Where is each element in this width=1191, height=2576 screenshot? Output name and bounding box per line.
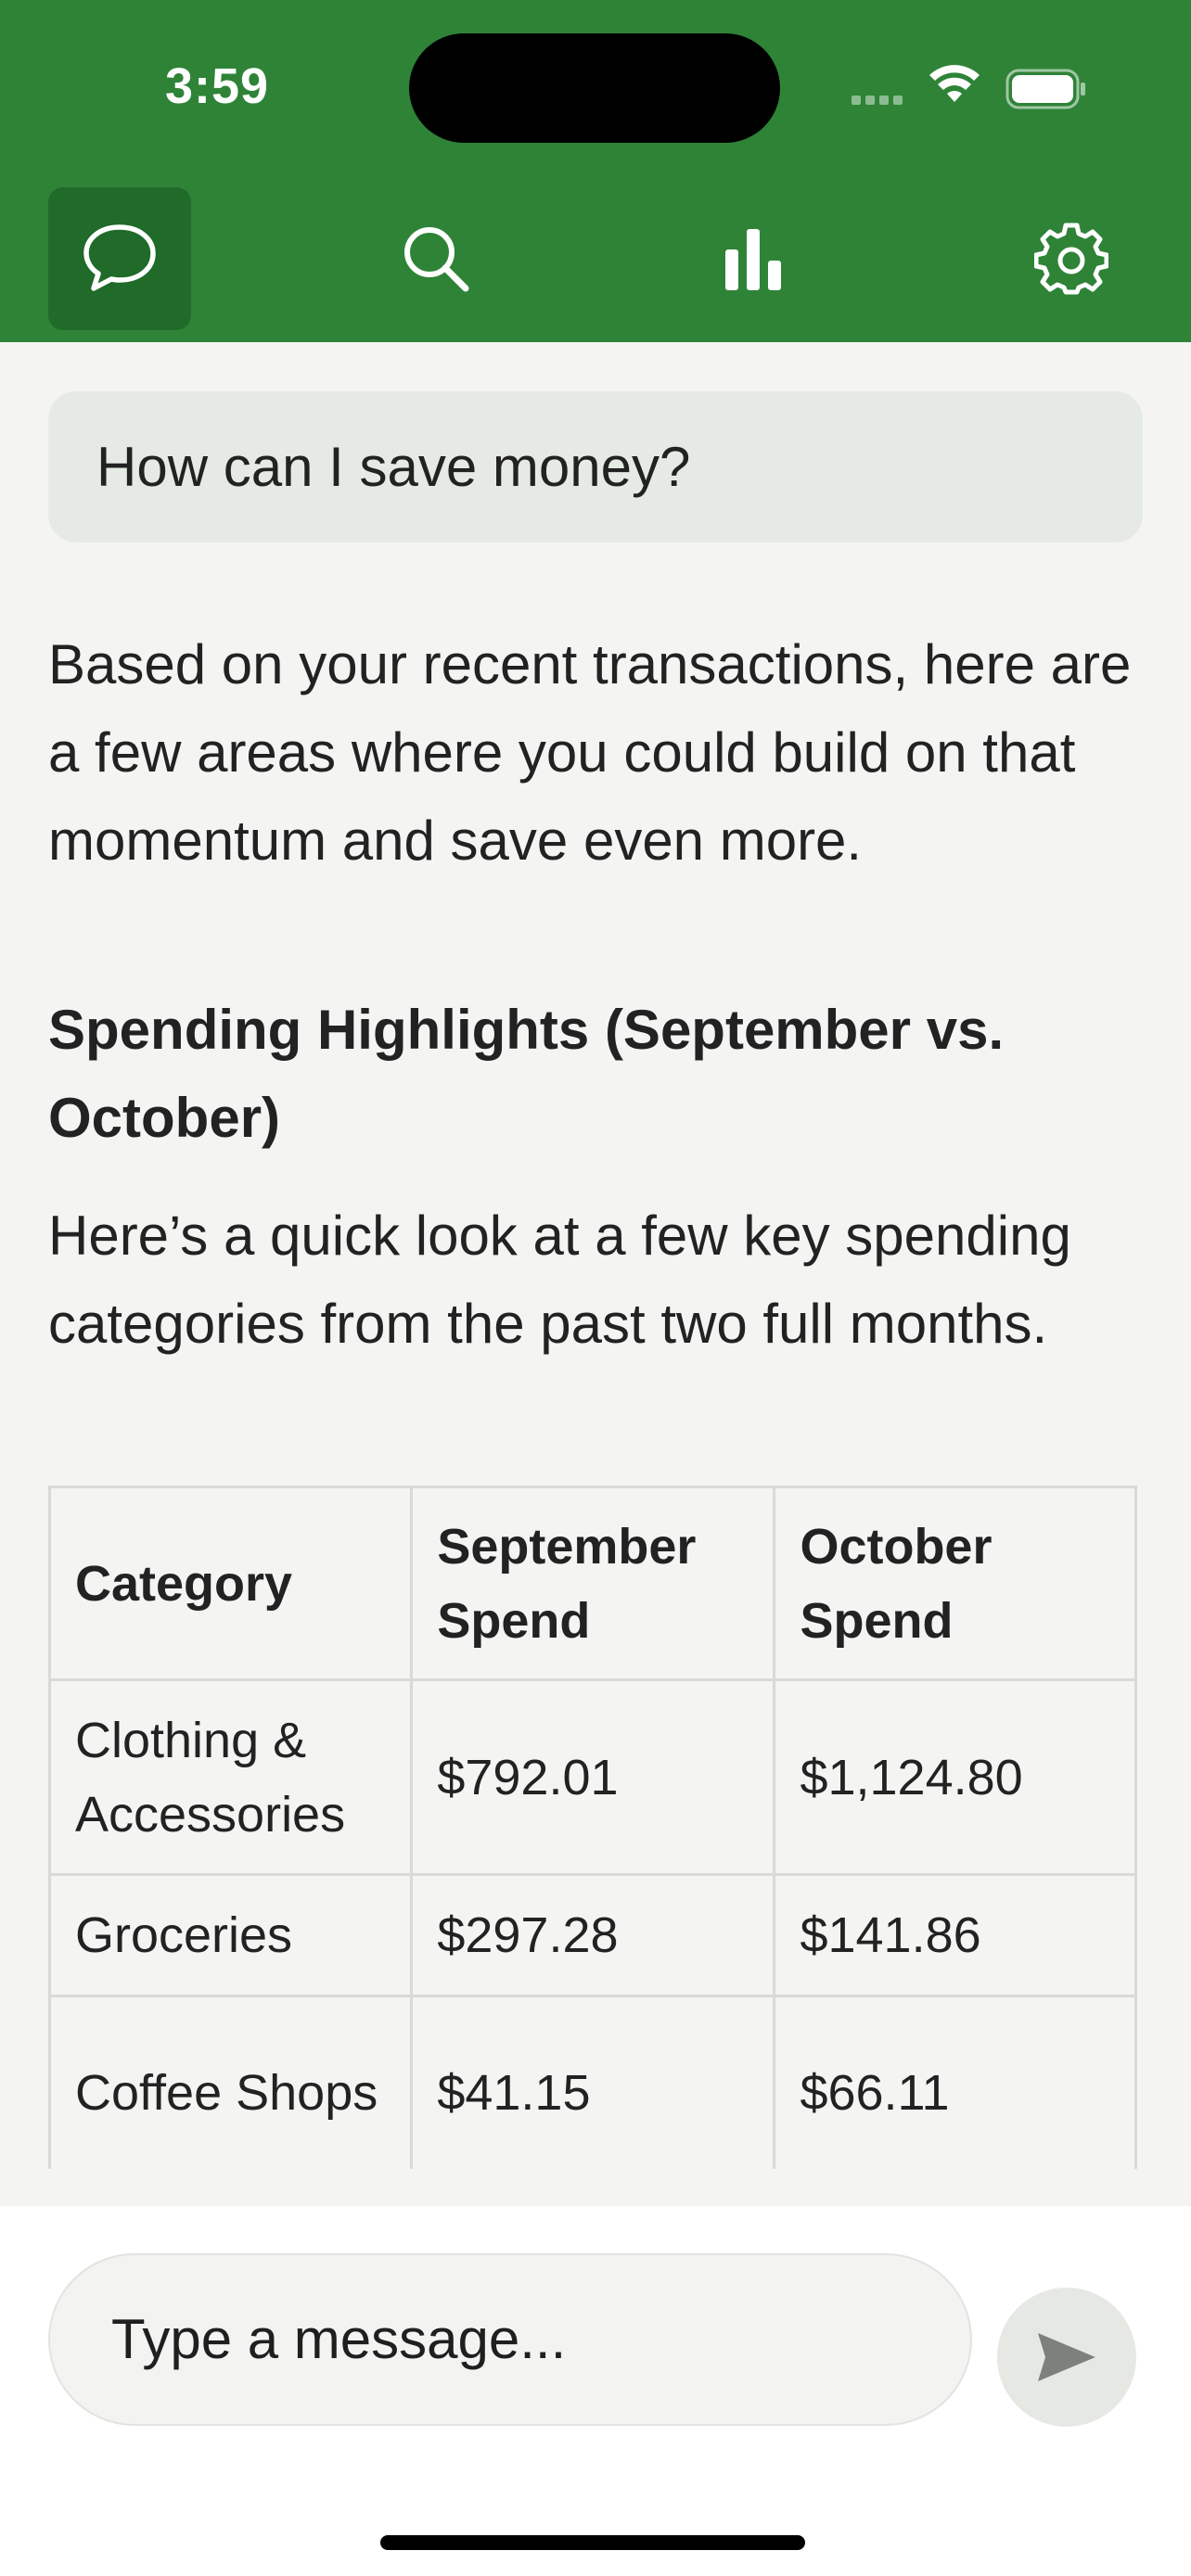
table-cell: Coffee Shops [47,1995,414,2169]
home-indicator [380,2535,805,2550]
status-icons [852,61,1093,117]
message-input[interactable]: Type a message... [48,2253,972,2426]
dynamic-island [409,33,780,143]
table-header-row: Category September Spend October Spend [47,1486,1137,1681]
table-row: Coffee Shops $41.15 $66.11 [47,1995,1137,2169]
nav-search-button[interactable] [365,187,507,330]
app-screen: 3:59 How can I save money? Based on your… [0,0,1191,2576]
table-cell: Groceries [47,1873,414,1997]
wifi-icon [929,65,980,102]
nav-insights-button[interactable] [682,187,825,330]
nav-chat-button[interactable] [48,187,191,330]
user-message-bubble: How can I save money? [48,391,1143,542]
assistant-reply-heading: Spending Highlights (September vs. Octob… [48,999,1005,1149]
table-header-cell: October Spend [773,1486,1137,1681]
status-time: 3:59 [165,58,270,114]
table-cell: Clothing & Accessories [47,1678,414,1876]
nav-bar [0,187,1191,330]
assistant-reply-intro: Based on your recent transactions, here … [48,633,1132,872]
table-header-cell: September Spend [410,1486,776,1681]
message-composer: Type a message... [0,2206,1191,2576]
table-cell: $1,124.80 [773,1678,1137,1876]
table-cell: $792.01 [410,1678,776,1876]
cellular-signal-icon [852,93,907,109]
battery-icon [1005,69,1085,109]
table-cell: $297.28 [410,1873,776,1997]
assistant-table-intro: Here’s a quick look at a few key spendin… [48,1205,1071,1355]
table-cell: $66.11 [773,1995,1137,2169]
spending-table: Category September Spend October Spend C… [47,1486,1137,2169]
table-header-cell: Category [47,1486,414,1681]
table-cell: $41.15 [410,1995,776,2169]
send-icon [1038,2333,1095,2381]
table-row: Clothing & Accessories $792.01 $1,124.80 [47,1678,1137,1876]
table-cell: $141.86 [773,1873,1137,1997]
bar-chart-icon [725,229,781,290]
nav-settings-button[interactable] [1000,187,1143,330]
chat-bubble-icon [83,224,156,291]
send-button[interactable] [997,2288,1136,2427]
top-header: 3:59 [0,0,1191,342]
search-icon [404,227,469,292]
gear-icon [1034,223,1108,295]
chat-content: How can I save money? Based on your rece… [0,342,1191,2169]
table-row: Groceries $297.28 $141.86 [47,1873,1137,1997]
